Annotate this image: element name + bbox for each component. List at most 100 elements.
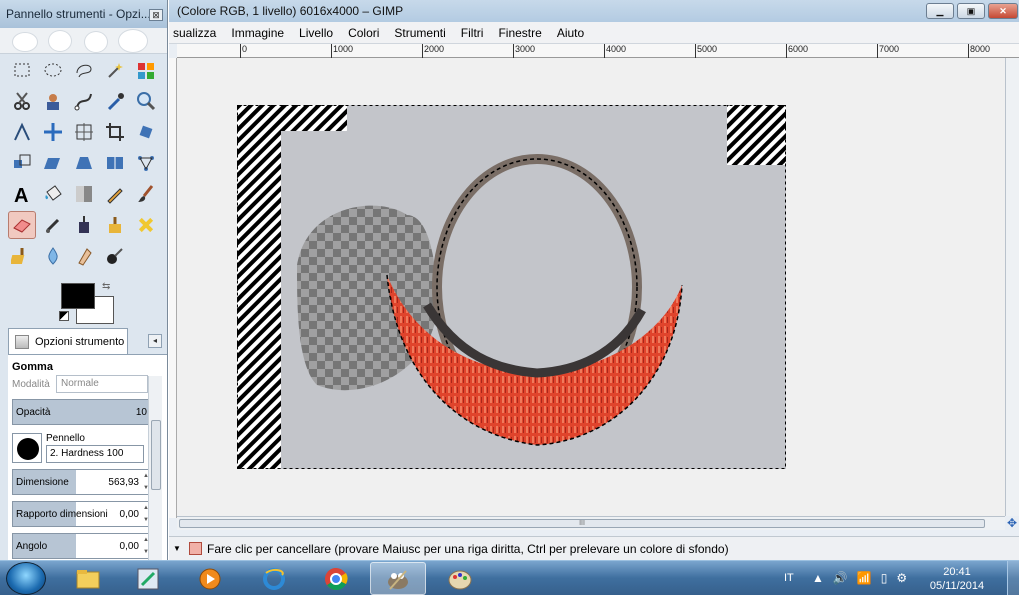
heal-icon: [138, 217, 154, 233]
tab-tool-options[interactable]: Opzioni strumento: [8, 328, 128, 354]
menu-layer[interactable]: Livello: [299, 26, 333, 40]
menu-colors[interactable]: Colori: [348, 26, 379, 40]
paths-tool[interactable]: [70, 87, 98, 115]
fuzzy-select-tool[interactable]: [101, 56, 129, 84]
size-slider[interactable]: Dimensione 563,93 ▲ ▼: [12, 469, 150, 495]
horizontal-scrollbar[interactable]: III: [177, 516, 1005, 530]
text-icon: A: [14, 185, 28, 205]
paintbrush-icon: [138, 185, 154, 202]
ruler-label: 1000: [331, 44, 353, 58]
foreground-color-swatch[interactable]: [61, 283, 95, 309]
perspective-clone-tool[interactable]: [8, 242, 36, 270]
paint-tool-taskbar-icon[interactable]: [120, 562, 176, 595]
rotate-icon: [139, 125, 153, 139]
vertical-ruler[interactable]: [169, 58, 177, 518]
paintbrush-tool[interactable]: [132, 180, 160, 208]
text-tool[interactable]: A: [8, 180, 36, 208]
wilber-dropzone[interactable]: [0, 28, 167, 54]
toolbox-close-button[interactable]: ⊠: [149, 9, 163, 21]
blend-icon: [76, 186, 92, 202]
media-player-taskbar-icon[interactable]: [182, 562, 238, 595]
system-tray-icons[interactable]: ▲🔊📶▯⚙: [812, 571, 916, 585]
options-scrollbar[interactable]: [148, 376, 162, 560]
default-colors-icon[interactable]: [59, 311, 69, 321]
gimp-taskbar-icon[interactable]: [370, 562, 426, 595]
maximize-button[interactable]: ▣: [957, 3, 985, 19]
color-picker-tool[interactable]: [101, 87, 129, 115]
zoom-tool[interactable]: [132, 87, 160, 115]
mode-select[interactable]: Normale: [56, 375, 148, 393]
crop-tool[interactable]: [101, 118, 129, 146]
ruler-label: 6000: [786, 44, 808, 58]
menu-help[interactable]: Aiuto: [557, 26, 584, 40]
flip-tool[interactable]: [101, 149, 129, 177]
menu-windows[interactable]: Finestre: [498, 26, 541, 40]
airbrush-tool[interactable]: [39, 211, 67, 239]
size-label: Dimensione: [16, 477, 69, 488]
foreground-select-tool[interactable]: [39, 87, 67, 115]
free-select-icon: [76, 64, 92, 78]
paint-taskbar-icon[interactable]: [432, 562, 488, 595]
menu-view[interactable]: sualizza: [173, 26, 216, 40]
perspective-tool[interactable]: [70, 149, 98, 177]
start-button[interactable]: [6, 562, 46, 595]
toolbox-titlebar[interactable]: Pannello strumenti - Opzi... ⊠: [0, 0, 167, 28]
opacity-slider[interactable]: Opacità 10: [12, 399, 150, 425]
blur-tool[interactable]: [39, 242, 67, 270]
close-button[interactable]: ✕: [988, 3, 1018, 19]
shear-tool[interactable]: [39, 149, 67, 177]
brush-name-field[interactable]: 2. Hardness 100: [46, 445, 144, 463]
ellipse-select-tool[interactable]: [39, 56, 67, 84]
clone-icon: [109, 217, 121, 233]
tab-tool-options-label: Opzioni strumento: [35, 335, 125, 348]
navigate-icon[interactable]: ✥: [1005, 516, 1019, 530]
canvas-area[interactable]: [177, 58, 1011, 516]
clone-tool[interactable]: [101, 211, 129, 239]
image-titlebar[interactable]: (Colore RGB, 1 livello) 6016x4000 – GIMP…: [169, 0, 1019, 22]
dodge-burn-tool[interactable]: [101, 242, 129, 270]
internet-explorer-taskbar-icon[interactable]: [246, 562, 302, 595]
aspect-ratio-slider[interactable]: Rapporto dimensioni 0,00 ▲ ▼: [12, 501, 150, 527]
menu-tools[interactable]: Strumenti: [394, 26, 445, 40]
brush-label: Pennello: [46, 433, 85, 444]
image-canvas[interactable]: [237, 105, 786, 469]
wilber-shape: [12, 32, 38, 52]
horizontal-ruler[interactable]: 0 1000 2000 3000 4000 5000 6000 7000 800…: [177, 44, 1019, 58]
explorer-taskbar-icon[interactable]: [60, 562, 116, 595]
ink-tool[interactable]: [70, 211, 98, 239]
pencil-tool[interactable]: [101, 180, 129, 208]
menu-image[interactable]: Immagine: [231, 26, 284, 40]
rect-select-tool[interactable]: [8, 56, 36, 84]
language-indicator[interactable]: IT: [784, 572, 794, 584]
move-tool[interactable]: [39, 118, 67, 146]
rotate-tool[interactable]: [132, 118, 160, 146]
align-tool[interactable]: [70, 118, 98, 146]
tab-menu-button[interactable]: ◂: [148, 334, 162, 348]
scissors-tool[interactable]: [8, 87, 36, 115]
measure-tool[interactable]: [8, 118, 36, 146]
clock[interactable]: 20:41 05/11/2014: [926, 565, 988, 593]
color-select-tool[interactable]: [132, 56, 160, 84]
menu-filters[interactable]: Filtri: [461, 26, 484, 40]
angle-slider[interactable]: Angolo 0,00 ▲ ▼: [12, 533, 150, 559]
free-select-tool[interactable]: [70, 56, 98, 84]
blend-tool[interactable]: [70, 180, 98, 208]
heal-tool[interactable]: [132, 211, 160, 239]
unit-dropdown-arrow[interactable]: ▼: [173, 544, 185, 553]
brush-preview-button[interactable]: [12, 433, 42, 463]
fuzzy-select-icon: [108, 63, 123, 78]
eraser-tool[interactable]: [8, 211, 36, 239]
smudge-tool[interactable]: [70, 242, 98, 270]
swap-colors-icon[interactable]: ⇆: [102, 281, 110, 292]
scale-tool[interactable]: [8, 149, 36, 177]
show-desktop-button[interactable]: [1007, 561, 1019, 595]
bucket-fill-tool[interactable]: [39, 180, 67, 208]
chrome-taskbar-icon[interactable]: [308, 562, 364, 595]
crop-icon: [106, 123, 124, 141]
horizontal-scroll-thumb[interactable]: III: [179, 519, 985, 528]
vertical-scrollbar[interactable]: [1005, 58, 1019, 516]
options-scroll-thumb[interactable]: [151, 420, 161, 490]
cage-transform-tool[interactable]: [132, 149, 160, 177]
color-picker-icon: [107, 93, 124, 111]
minimize-button[interactable]: ▁: [926, 3, 954, 19]
